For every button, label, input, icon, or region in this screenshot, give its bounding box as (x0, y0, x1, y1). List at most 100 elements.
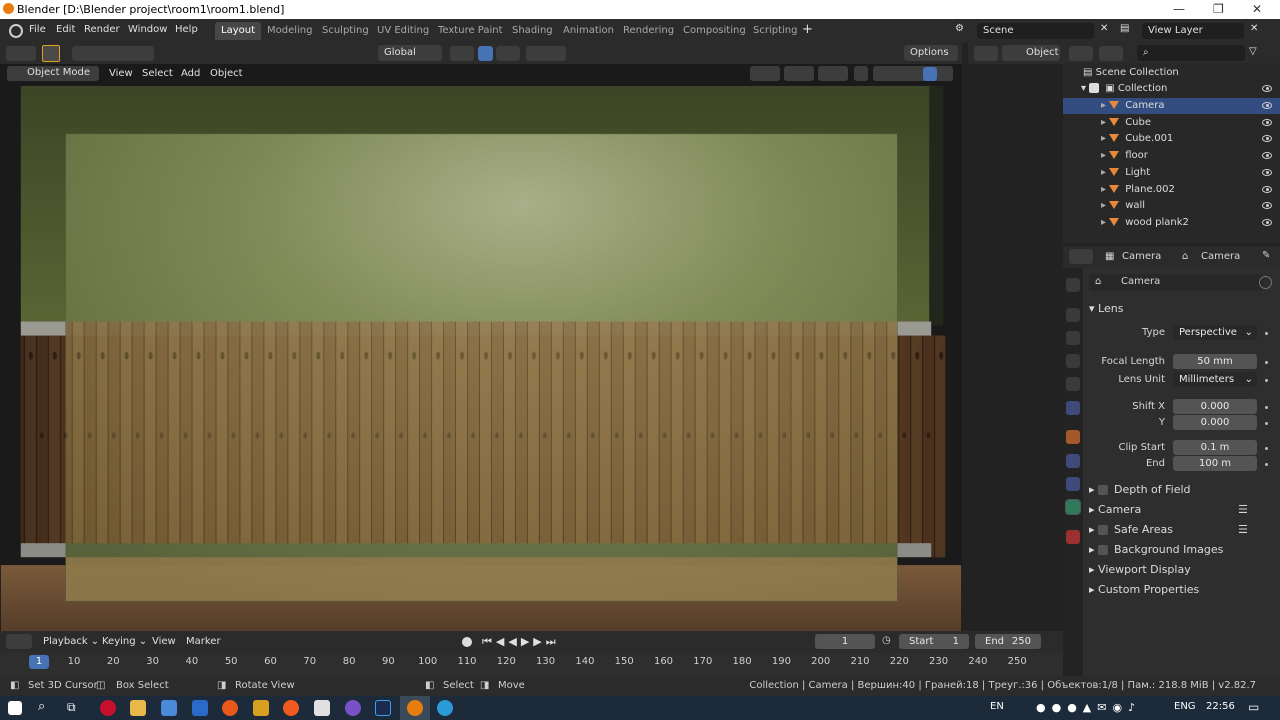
photoshop-icon[interactable] (375, 700, 391, 716)
timeline-menu-keying[interactable]: Keying ⌄ (102, 636, 147, 647)
pin-icon[interactable]: ✎ (1262, 250, 1270, 261)
mail-icon[interactable] (192, 700, 208, 716)
clock-icon[interactable]: ◷ (882, 635, 891, 646)
minimize-icon[interactable]: — (1173, 2, 1185, 16)
tab-compositing[interactable]: Compositing (677, 22, 752, 40)
gizmo-icon[interactable] (784, 66, 814, 81)
focal-length-field[interactable]: 50 mm (1173, 354, 1257, 369)
world-tab-icon[interactable] (1066, 401, 1080, 415)
playback-controls[interactable]: ⏮◀◀▶▶⏭ (482, 635, 560, 649)
safe-areas-section[interactable]: ▸ Safe Areas (1089, 523, 1173, 536)
view-layer-remove-icon[interactable]: ✕ (1250, 23, 1258, 34)
search-icon[interactable]: ⌕ (38, 699, 45, 714)
background-images-section[interactable]: ▸ Background Images (1089, 543, 1223, 556)
expand-icon[interactable]: ▸ (1101, 150, 1109, 161)
expand-icon[interactable]: ▸ (1101, 100, 1109, 111)
rendered-shading-icon[interactable] (923, 67, 937, 81)
collection-checkbox[interactable] (1089, 83, 1100, 93)
store-icon[interactable] (161, 700, 177, 716)
view-layer-selector[interactable]: View Layer (1142, 23, 1244, 39)
selection-mode-buttons[interactable] (72, 46, 154, 61)
outliner-item[interactable]: ▸ Cube (1063, 115, 1280, 131)
scene-selector[interactable]: Scene (977, 23, 1094, 39)
eye-icon[interactable] (1262, 118, 1272, 126)
input-language[interactable]: ENG (1174, 701, 1196, 712)
render-tab-icon[interactable] (1066, 308, 1080, 322)
timeline-editor-icon[interactable] (6, 634, 32, 649)
tray-icons[interactable]: ●●●▲✉◉♪ (1036, 701, 1141, 714)
mode-selector[interactable]: Object Mode (7, 66, 99, 81)
constraints-tab-icon[interactable] (1066, 477, 1080, 491)
eye-icon[interactable] (1262, 135, 1272, 143)
expand-icon[interactable]: ▾ (1081, 83, 1089, 94)
scene-remove-icon[interactable]: ✕ (1100, 23, 1108, 34)
eye-icon[interactable] (1262, 102, 1272, 109)
background-images-checkbox[interactable] (1098, 545, 1109, 555)
fake-user-icon[interactable] (1259, 276, 1272, 289)
tab-texture-paint[interactable]: Texture Paint (432, 22, 509, 40)
blender-menu-icon[interactable] (9, 24, 23, 38)
presets-icon[interactable]: ☰ (1238, 503, 1248, 516)
outliner-item[interactable]: ▸ floor (1063, 148, 1280, 164)
viewport-menu-view[interactable]: View (109, 68, 133, 79)
opera-icon[interactable] (100, 700, 116, 716)
shading-mode-buttons[interactable] (873, 66, 953, 81)
file-explorer-icon[interactable] (130, 700, 146, 716)
expand-icon[interactable]: ▸ (1101, 133, 1109, 144)
camera-section[interactable]: ▸ Camera (1089, 503, 1141, 516)
telegram-icon[interactable] (437, 700, 453, 716)
tab-uv-editing[interactable]: UV Editing (371, 22, 435, 40)
viewport-menu-select[interactable]: Select (142, 68, 173, 79)
pivot-point-icon[interactable] (450, 46, 474, 61)
app2-icon[interactable] (283, 700, 299, 716)
object-selector[interactable]: Object (1002, 45, 1060, 61)
add-workspace-icon[interactable]: + (802, 22, 813, 37)
language-indicator[interactable]: EN (990, 701, 1004, 712)
notification-icon[interactable]: ▭ (1248, 700, 1259, 714)
viber-icon[interactable] (345, 700, 361, 716)
record-icon[interactable] (462, 637, 472, 647)
timeline-menu-playback[interactable]: Playback ⌄ (43, 636, 99, 647)
select-tool-icon[interactable] (42, 45, 60, 62)
eye-icon[interactable] (1262, 152, 1272, 160)
transform-orientation[interactable]: Global (378, 45, 442, 61)
maximize-icon[interactable]: ❐ (1213, 2, 1224, 16)
visibility-icon[interactable] (750, 66, 780, 81)
timeline-menu-view[interactable]: View (152, 636, 176, 647)
menu-render[interactable]: Render (84, 24, 120, 35)
scene-tab-icon[interactable] (1066, 377, 1080, 391)
close-icon[interactable]: ✕ (1252, 2, 1262, 16)
windows-start-icon[interactable] (8, 701, 22, 715)
outliner-item[interactable]: ▸ wood plank2 (1063, 215, 1280, 231)
view-layer-tab-icon[interactable] (1066, 354, 1080, 368)
tool-tab-icon[interactable] (1066, 278, 1080, 292)
eye-icon[interactable] (1262, 185, 1272, 193)
clip-end-field[interactable]: 100 m (1173, 456, 1257, 471)
tab-sculpting[interactable]: Sculpting (316, 22, 375, 40)
blender-task-icon[interactable] (407, 700, 423, 716)
eye-icon[interactable] (1262, 85, 1272, 92)
shift-y-field[interactable]: 0.000 (1173, 415, 1257, 430)
menu-help[interactable]: Help (175, 24, 198, 35)
snap-icon[interactable] (478, 46, 493, 61)
app-icon[interactable] (253, 700, 269, 716)
tab-scripting[interactable]: Scripting (747, 22, 803, 40)
start-frame-field[interactable]: Start 1 (899, 634, 969, 649)
camera-datablock-field[interactable]: ⌂ Camera (1089, 274, 1263, 291)
snap-target-icon[interactable] (496, 46, 520, 61)
end-frame-field[interactable]: End 250 (975, 634, 1041, 649)
menu-window[interactable]: Window (128, 24, 167, 35)
eye-icon[interactable] (1262, 202, 1272, 210)
tab-animation[interactable]: Animation (557, 22, 620, 40)
timeline-menu-marker[interactable]: Marker (186, 636, 221, 647)
outliner-editor-icon[interactable] (1069, 46, 1093, 61)
expand-icon[interactable]: ▸ (1101, 184, 1109, 195)
expand-icon[interactable]: ▸ (1101, 217, 1109, 228)
menu-file[interactable]: File (29, 24, 46, 35)
properties-editor-icon[interactable] (1069, 249, 1093, 264)
object-type-icon[interactable] (974, 46, 998, 61)
presets-icon[interactable]: ☰ (1238, 523, 1248, 536)
dof-checkbox[interactable] (1098, 485, 1109, 495)
scene-collection-row[interactable]: ▤ Scene Collection (1063, 65, 1280, 81)
eye-icon[interactable] (1262, 168, 1272, 176)
